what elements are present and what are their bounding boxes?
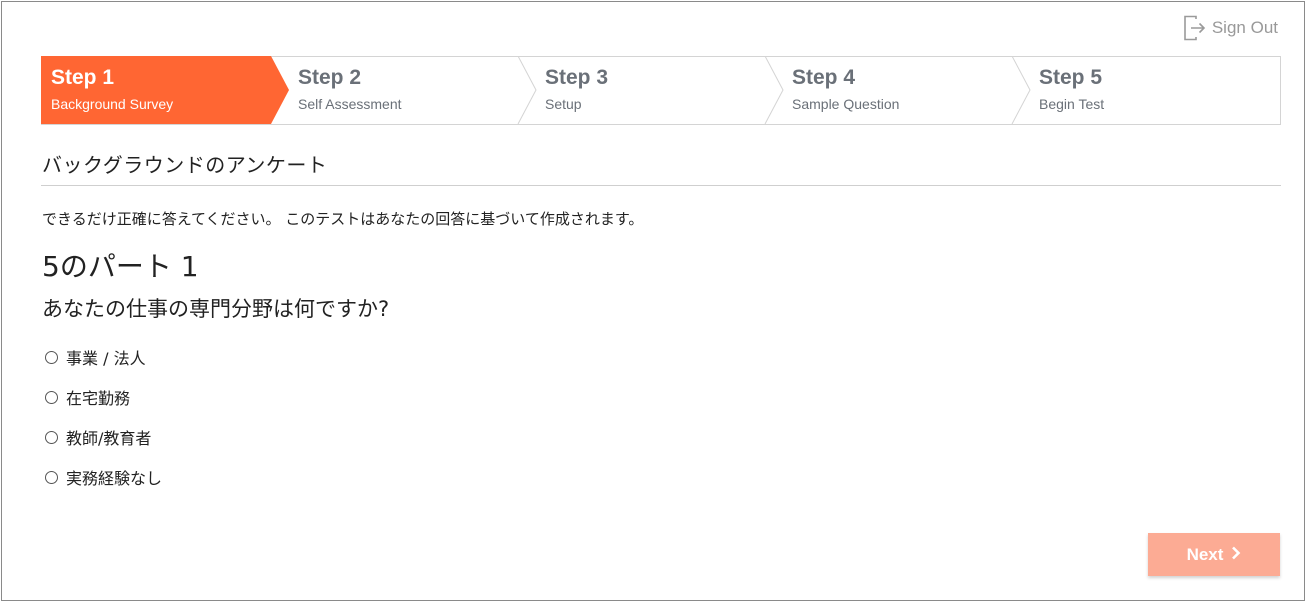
step-2-label: Self Assessment [298, 96, 402, 112]
instructions-text: できるだけ正確に答えてください。 このテストはあなたの回答に基づいて作成されます… [42, 210, 644, 228]
radio-button[interactable] [45, 390, 58, 404]
option-work-from-home[interactable]: 在宅勤務 [45, 377, 162, 417]
option-label: 教師/教育者 [66, 429, 152, 448]
step-1-number: Step 1 [51, 66, 115, 89]
survey-window: Sign Out Step 1 Background Survey Step 2… [1, 1, 1305, 601]
step-3-label: Setup [545, 96, 582, 112]
step-5-label: Begin Test [1039, 96, 1105, 112]
step-3-setup[interactable]: Step 3 Setup [536, 57, 781, 124]
step-1-background-survey[interactable]: Step 1 Background Survey [42, 57, 287, 124]
step-4-label: Sample Question [792, 96, 900, 112]
page-title: バックグラウンドのアンケート [42, 153, 328, 177]
chevron-right-icon [1231, 545, 1241, 565]
question-text: あなたの仕事の専門分野は何ですか? [42, 297, 390, 321]
next-button[interactable]: Next [1148, 533, 1280, 576]
option-teacher[interactable]: 教師/教育者 [45, 417, 162, 457]
option-label: 在宅勤務 [66, 389, 131, 408]
sign-out-link[interactable]: Sign Out [1183, 15, 1278, 41]
part-indicator: 5のパート 1 [42, 250, 199, 283]
step-2-number: Step 2 [298, 66, 362, 89]
step-5-begin-test[interactable]: Step 5 Begin Test [1030, 57, 1275, 124]
title-divider [41, 185, 1281, 186]
step-4-number: Step 4 [792, 66, 856, 89]
radio-button[interactable] [45, 430, 58, 444]
option-label: 実務経験なし [66, 469, 163, 488]
radio-button[interactable] [45, 470, 58, 484]
sign-out-icon [1183, 15, 1207, 41]
step-4-sample-question[interactable]: Step 4 Sample Question [783, 57, 1028, 124]
step-1-label: Background Survey [51, 96, 174, 112]
step-5-number: Step 5 [1039, 66, 1103, 89]
step-progress-bar: Step 1 Background Survey Step 2 Self Ass… [41, 56, 1281, 125]
next-button-label: Next [1186, 544, 1224, 564]
step-2-self-assessment[interactable]: Step 2 Self Assessment [289, 57, 534, 124]
answer-options: 事業 / 法人 在宅勤務 教師/教育者 実務経験なし [45, 337, 162, 497]
step-3-number: Step 3 [545, 66, 609, 89]
sign-out-label: Sign Out [1211, 18, 1278, 37]
option-label: 事業 / 法人 [66, 349, 146, 368]
option-no-experience[interactable]: 実務経験なし [45, 457, 162, 497]
radio-button[interactable] [45, 350, 58, 364]
option-business[interactable]: 事業 / 法人 [45, 337, 162, 377]
